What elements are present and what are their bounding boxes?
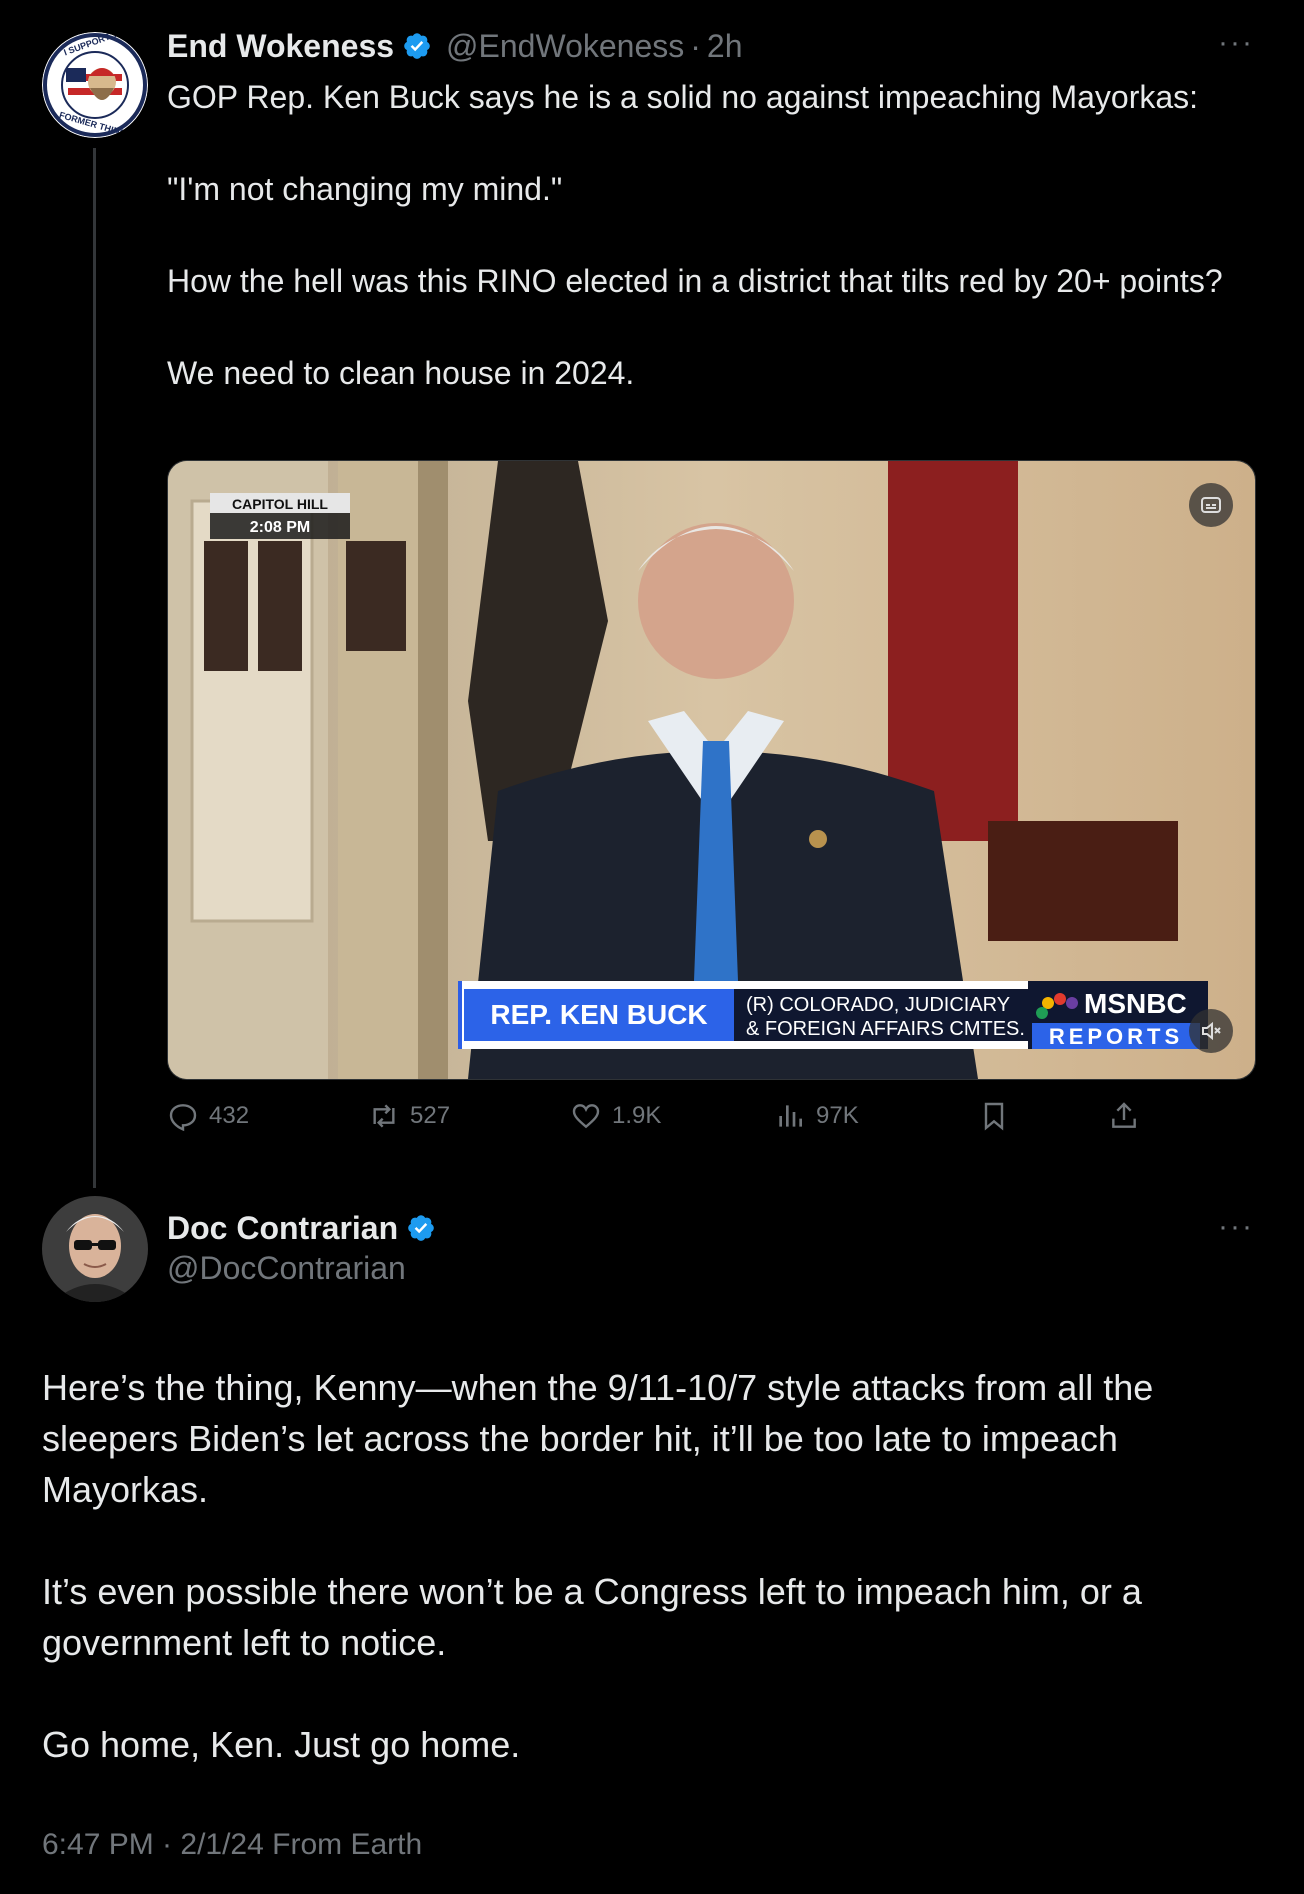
view-count: 97K — [816, 1102, 859, 1129]
doc-contrarian-avatar[interactable] — [42, 1196, 148, 1302]
tweet2-text: Here’s the thing, Kenny—when the 9/11-10… — [42, 1367, 1154, 1765]
repost-icon — [373, 1104, 395, 1128]
tweet1-header: End Wokeness @EndWokeness · 2h — [167, 24, 743, 68]
reply-button[interactable]: 432 — [167, 1100, 249, 1132]
caption-icon — [1201, 497, 1221, 513]
alt-badge-button[interactable] — [1189, 483, 1233, 527]
more-options-button[interactable]: ··· — [1218, 1210, 1254, 1244]
repost-button[interactable]: 527 — [368, 1100, 450, 1132]
reply-icon — [169, 1104, 197, 1132]
reply-count: 432 — [209, 1102, 250, 1129]
video-player[interactable]: CAPITOL HILL 2:08 PM REP. KEN BUCK (R) C… — [167, 460, 1256, 1080]
program-label: REPORTS — [1049, 1024, 1183, 1049]
author-name[interactable]: End Wokeness — [167, 28, 394, 65]
avatar-photo — [42, 1196, 148, 1302]
author-handle[interactable]: @DocContrarian — [167, 1250, 406, 1287]
thread-connector — [93, 148, 96, 1188]
share-button[interactable] — [1108, 1100, 1140, 1132]
share-icon — [1112, 1102, 1136, 1128]
like-count: 1.9K — [612, 1102, 662, 1129]
post-timestamp[interactable]: 6:47 PM · 2/1/24 From Earth — [42, 1828, 422, 1862]
post-time[interactable]: 2h — [707, 28, 743, 65]
repost-count: 527 — [410, 1102, 451, 1129]
video-time-label: 2:08 PM — [250, 519, 310, 536]
bookmark-button[interactable] — [978, 1100, 1010, 1132]
mute-button[interactable] — [1189, 1009, 1233, 1053]
lower-third-line2: & FOREIGN AFFAIRS CMTES. — [746, 1018, 1025, 1040]
verified-badge-icon — [408, 1215, 434, 1241]
end-wokeness-avatar[interactable]: I SUPPORT THE FORMER THINGS — [42, 32, 148, 138]
views-icon — [779, 1105, 802, 1127]
views-button[interactable]: 97K — [774, 1100, 859, 1132]
bookmark-icon — [984, 1102, 1004, 1131]
heart-icon — [572, 1104, 600, 1129]
video-location-label: CAPITOL HILL — [232, 496, 328, 512]
tweet1-text: GOP Rep. Ken Buck says he is a solid no … — [167, 79, 1223, 391]
more-options-button[interactable]: ··· — [1218, 26, 1254, 60]
video-frame: CAPITOL HILL 2:08 PM REP. KEN BUCK (R) C… — [168, 461, 1255, 1079]
author-handle[interactable]: @EndWokeness — [446, 28, 684, 65]
dot-separator: · — [690, 27, 701, 64]
verified-badge-icon — [404, 33, 430, 59]
lower-third-name: REP. KEN BUCK — [490, 999, 707, 1030]
network-label: MSNBC — [1084, 988, 1187, 1019]
like-button[interactable]: 1.9K — [570, 1100, 661, 1132]
lower-third-line1: (R) COLORADO, JUDICIARY — [746, 994, 1010, 1016]
author-name[interactable]: Doc Contrarian — [167, 1210, 398, 1247]
muted-speaker-icon — [1202, 1021, 1221, 1041]
tweet2-header: Doc Contrarian — [167, 1206, 436, 1250]
